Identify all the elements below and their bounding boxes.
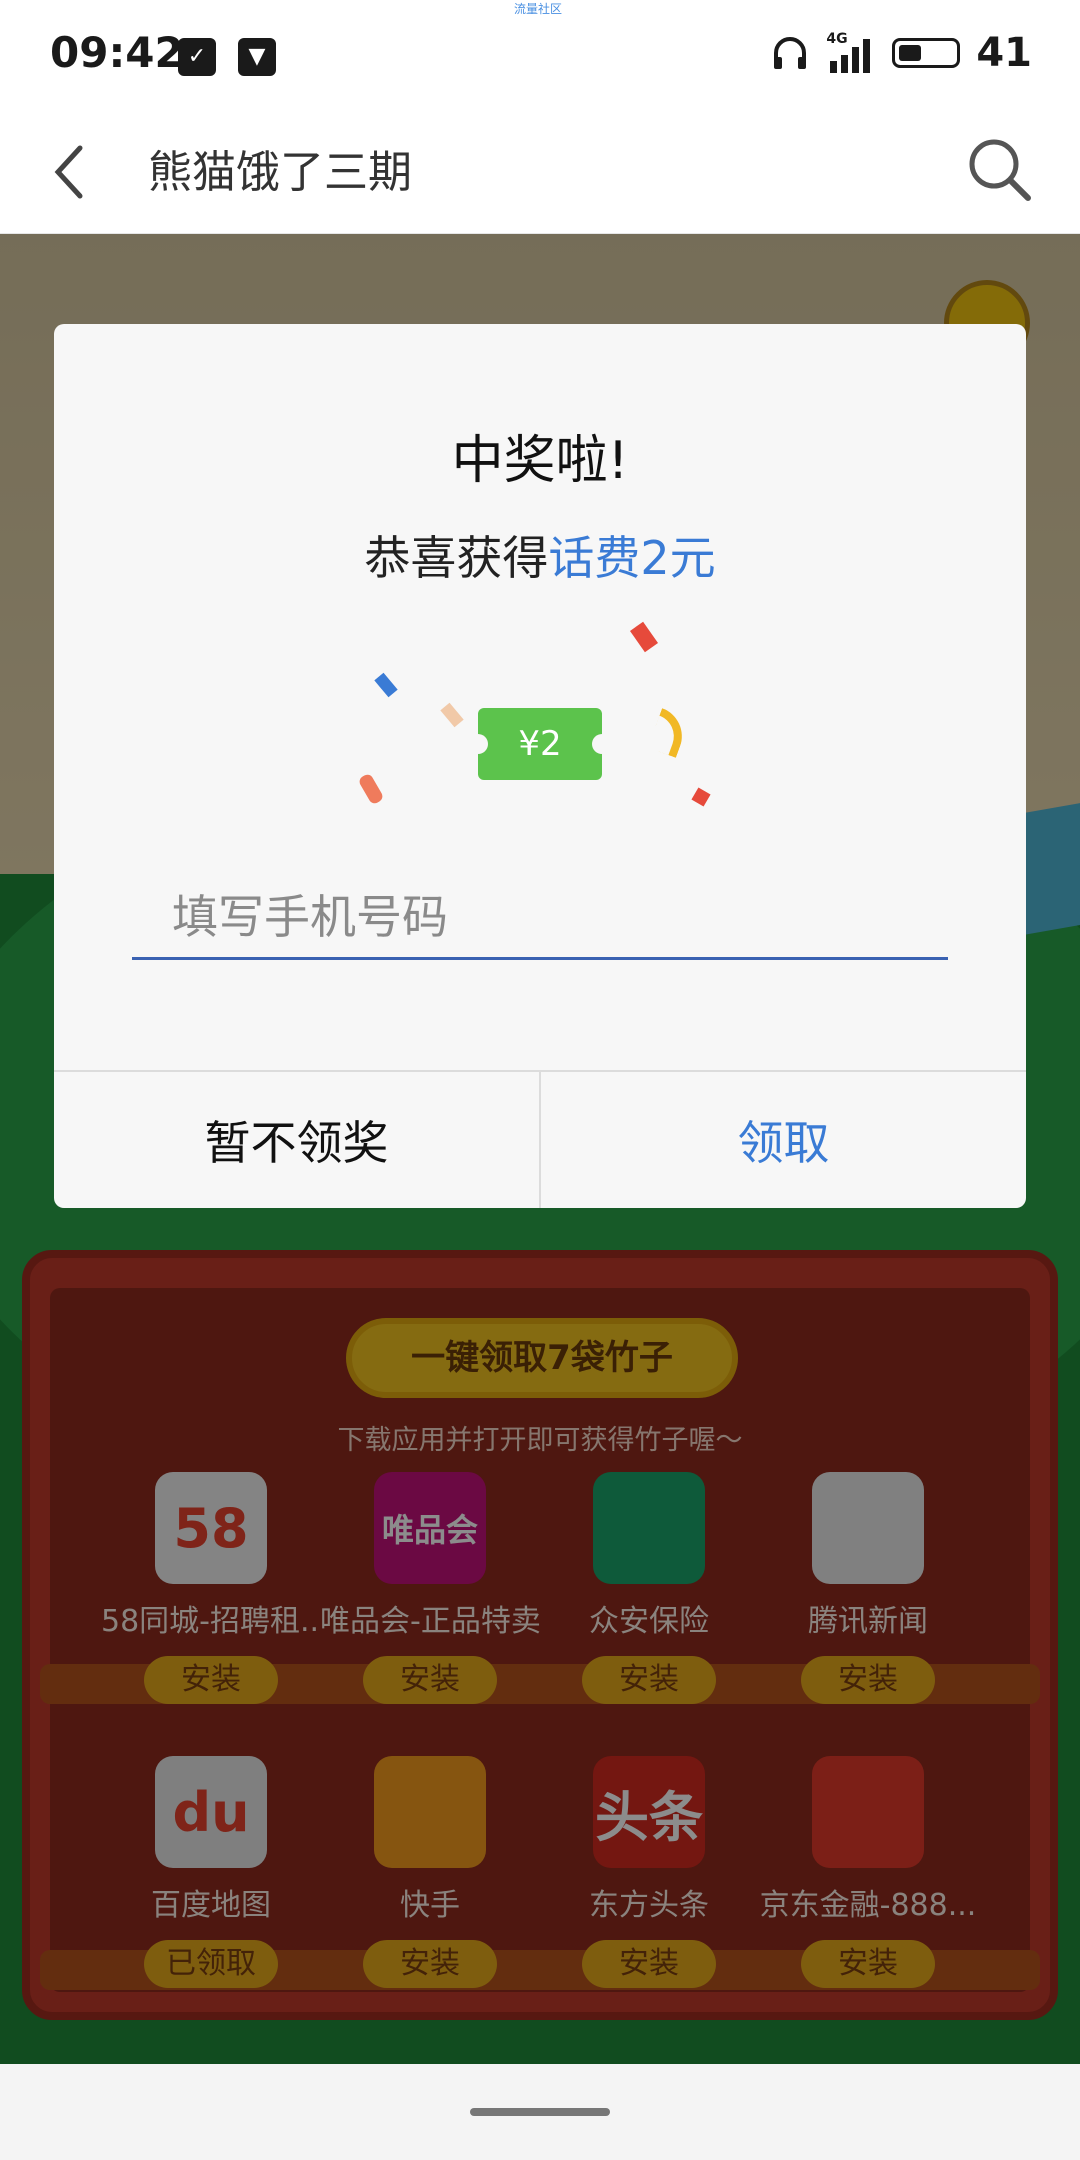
shield-icon: ▼ <box>238 38 276 76</box>
phone-number-input[interactable] <box>132 876 948 960</box>
page-title: 熊猫饿了三期 <box>148 147 412 198</box>
confetti-piece <box>440 702 464 728</box>
back-icon[interactable] <box>40 134 110 210</box>
decline-prize-button[interactable]: 暂不领奖 <box>54 1072 541 1208</box>
dialog-title: 中奖啦! <box>451 431 629 491</box>
status-time: 09:42 <box>50 28 184 77</box>
status-tiny-label: 流量社区 <box>514 2 563 16</box>
status-bar: 流量社区 09:42 ✓ ▼ 4G 41 <box>0 0 1080 110</box>
dialog-actions: 暂不领奖 领取 <box>54 1070 1026 1208</box>
signal-icon: 4G <box>826 31 876 73</box>
network-type-label: 4G <box>826 31 848 47</box>
app-header: 熊猫饿了三期 <box>0 110 1080 234</box>
claim-prize-button[interactable]: 领取 <box>541 1072 1026 1208</box>
confetti-piece <box>357 772 385 806</box>
confetti-piece <box>647 708 691 758</box>
dialog-subtitle: 恭喜获得话费2元 <box>54 522 1026 588</box>
voucher-icon: ¥2 <box>468 708 612 780</box>
status-right-group: 4G 41 <box>770 30 1032 76</box>
prize-highlight: 话费2元 <box>548 531 716 585</box>
confetti-piece <box>691 787 711 807</box>
confetti-piece <box>374 672 398 698</box>
dialog-subtitle-prefix: 恭喜获得 <box>364 531 549 585</box>
search-icon[interactable] <box>960 130 1040 210</box>
navigation-bar <box>0 2064 1080 2160</box>
home-indicator[interactable] <box>470 2108 610 2116</box>
headphones-icon <box>774 37 807 69</box>
battery-level: 41 <box>976 30 1032 76</box>
confetti-piece <box>629 621 659 653</box>
notification-icon: ✓ <box>178 38 216 76</box>
prize-dialog: 中奖啦! 恭喜获得话费2元 ¥2 暂不领奖 领取 <box>54 324 1026 1208</box>
battery-icon <box>892 38 961 68</box>
